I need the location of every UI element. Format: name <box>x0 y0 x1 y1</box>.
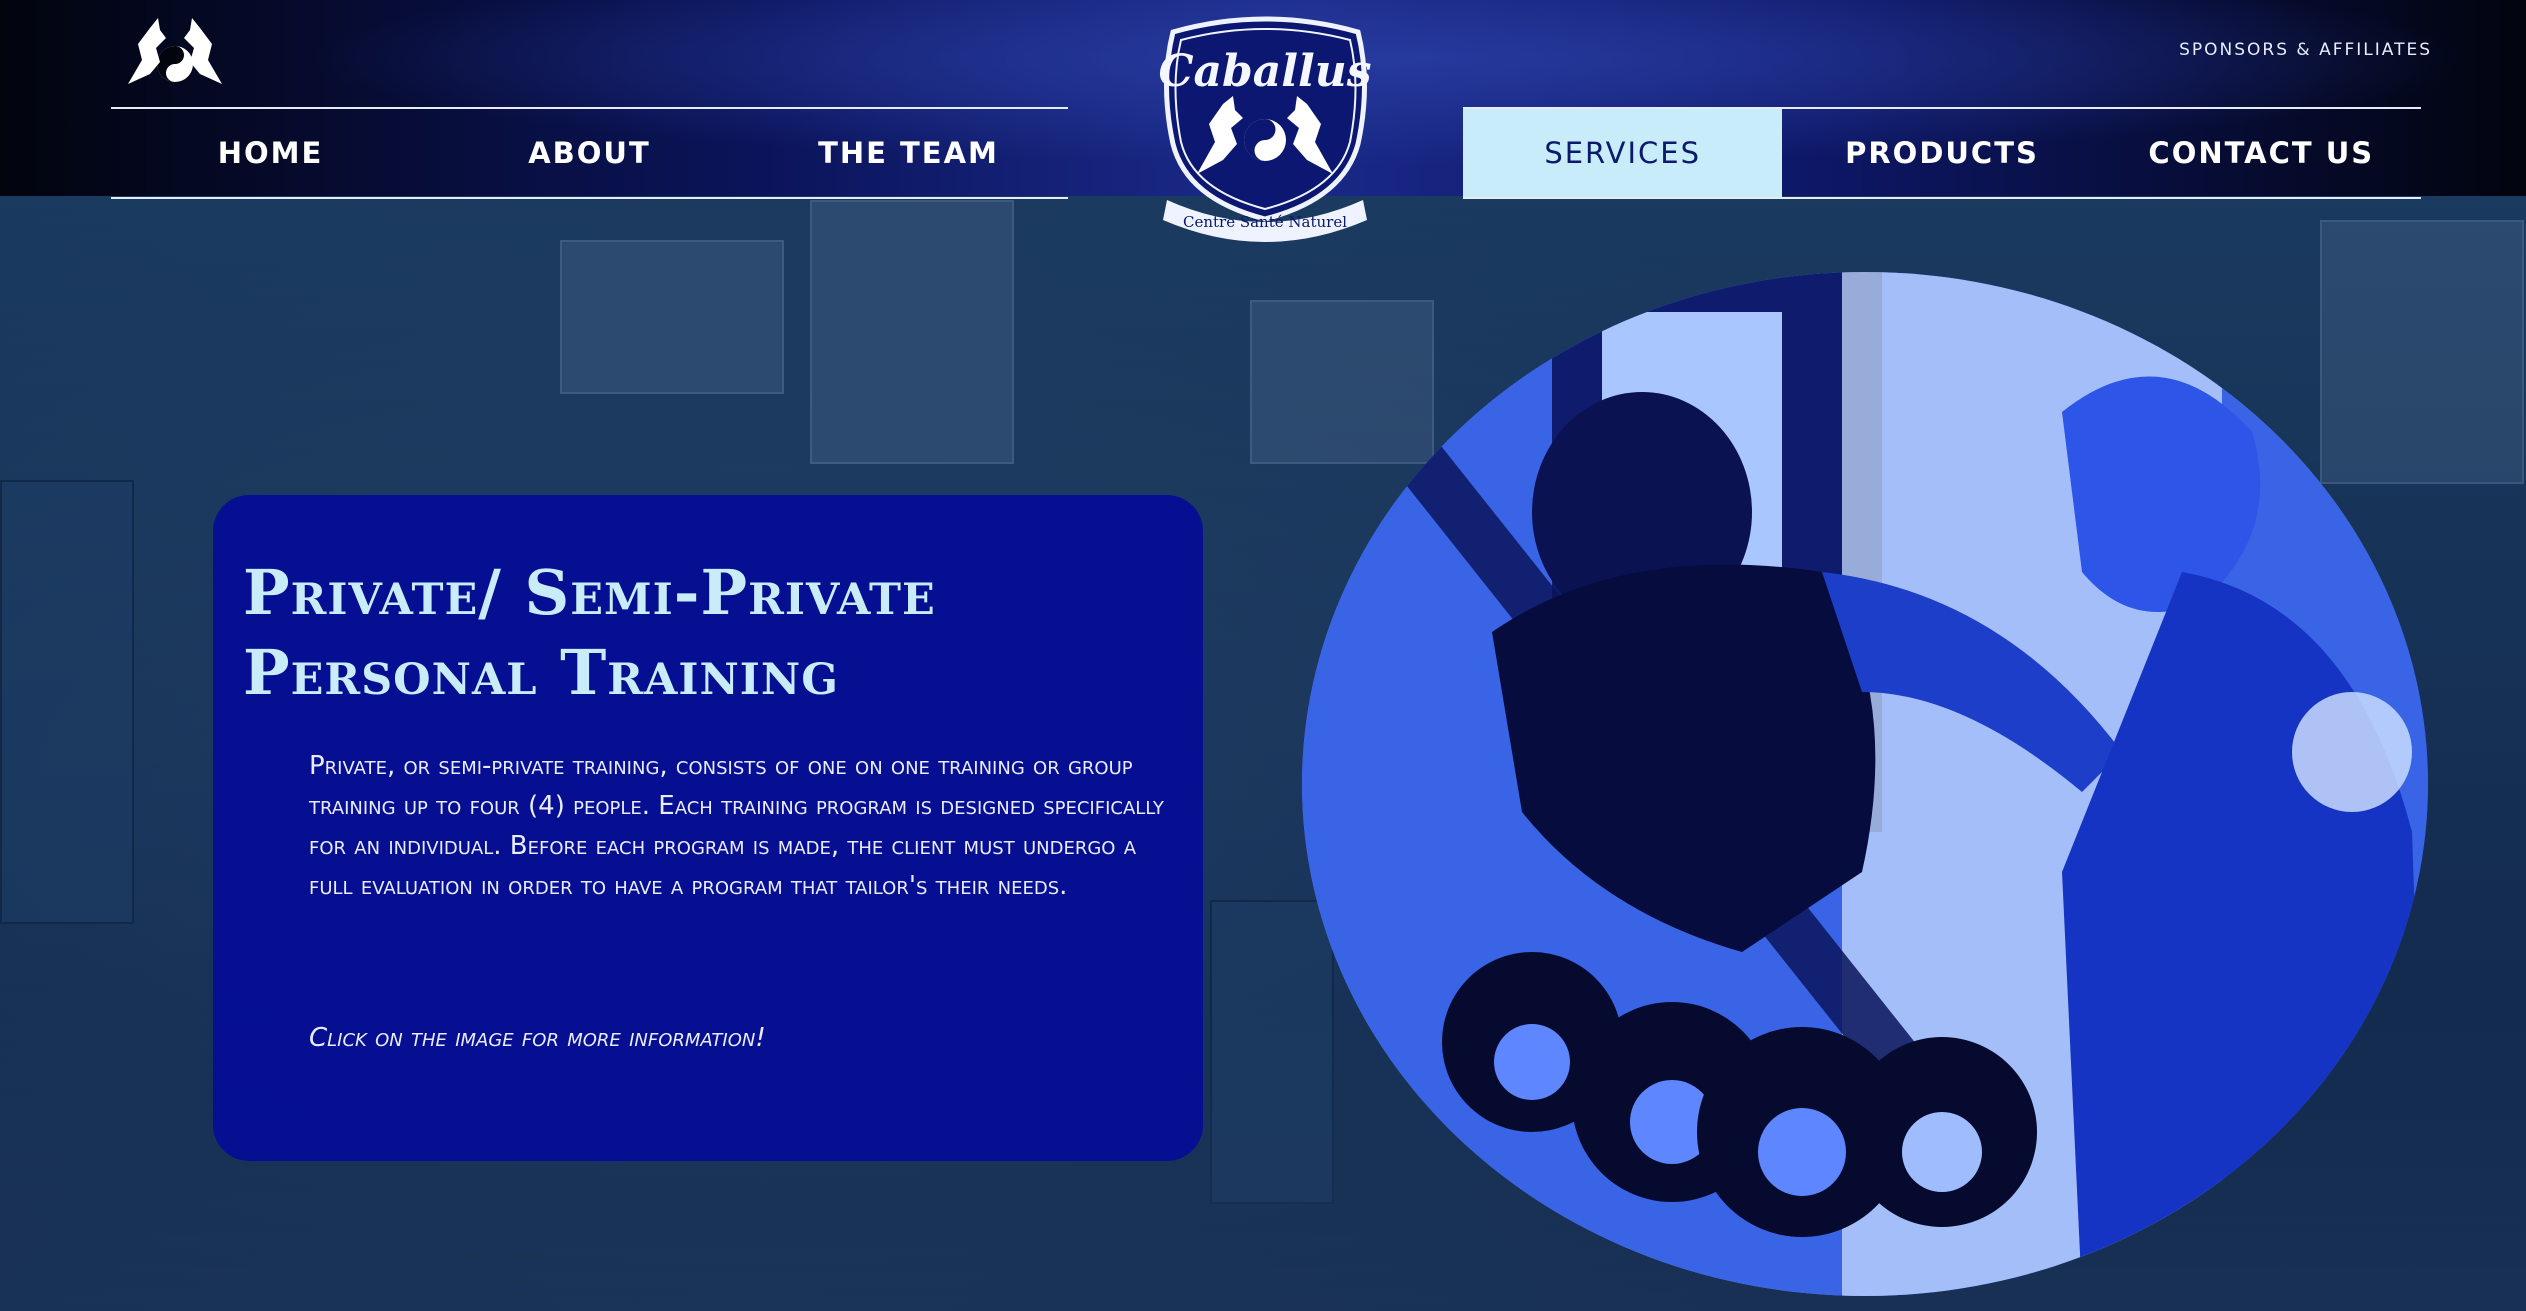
service-title-line-1: Private/ Semi-Private <box>243 556 936 629</box>
training-photo-illustration <box>1302 272 2428 1296</box>
page: SPONSORS & AFFILIATES HOME ABOUT THE TEA… <box>0 0 2526 1311</box>
service-card: Private/ Semi-Private Personal Training … <box>213 495 1203 1161</box>
nav-right: SERVICES PRODUCTS CONTACT US <box>1463 107 2421 199</box>
training-photo[interactable] <box>1302 272 2428 1296</box>
more-info-cta: Click on the image for more information! <box>309 1023 766 1053</box>
horses-yin-yang-logo-icon[interactable] <box>120 14 230 90</box>
sponsors-affiliates-link[interactable]: SPONSORS & AFFILIATES <box>2179 40 2432 60</box>
bg-poster <box>560 240 784 394</box>
service-title: Private/ Semi-Private Personal Training <box>243 553 1143 713</box>
service-title-line-2: Personal Training <box>243 636 839 709</box>
bg-poster <box>1250 300 1434 464</box>
crest-title: Caballus <box>1159 46 1372 97</box>
nav-item-services[interactable]: SERVICES <box>1463 109 1783 197</box>
caballus-crest-logo[interactable]: Caballus Centre Santé Naturel <box>1153 14 1378 244</box>
nav-item-about[interactable]: ABOUT <box>430 109 749 197</box>
bg-poster <box>810 200 1014 464</box>
nav-left: HOME ABOUT THE TEAM <box>111 107 1068 199</box>
nav-item-the-team[interactable]: THE TEAM <box>749 109 1068 197</box>
nav-item-products[interactable]: PRODUCTS <box>1782 109 2101 197</box>
bg-shelf <box>0 480 134 924</box>
nav-item-contact-us[interactable]: CONTACT US <box>2102 109 2421 197</box>
bg-poster <box>2320 220 2524 484</box>
crest-subtitle: Centre Santé Naturel <box>1183 213 1347 231</box>
service-description: Private, or semi-private training, consi… <box>309 751 1164 901</box>
nav-item-home[interactable]: HOME <box>111 109 430 197</box>
